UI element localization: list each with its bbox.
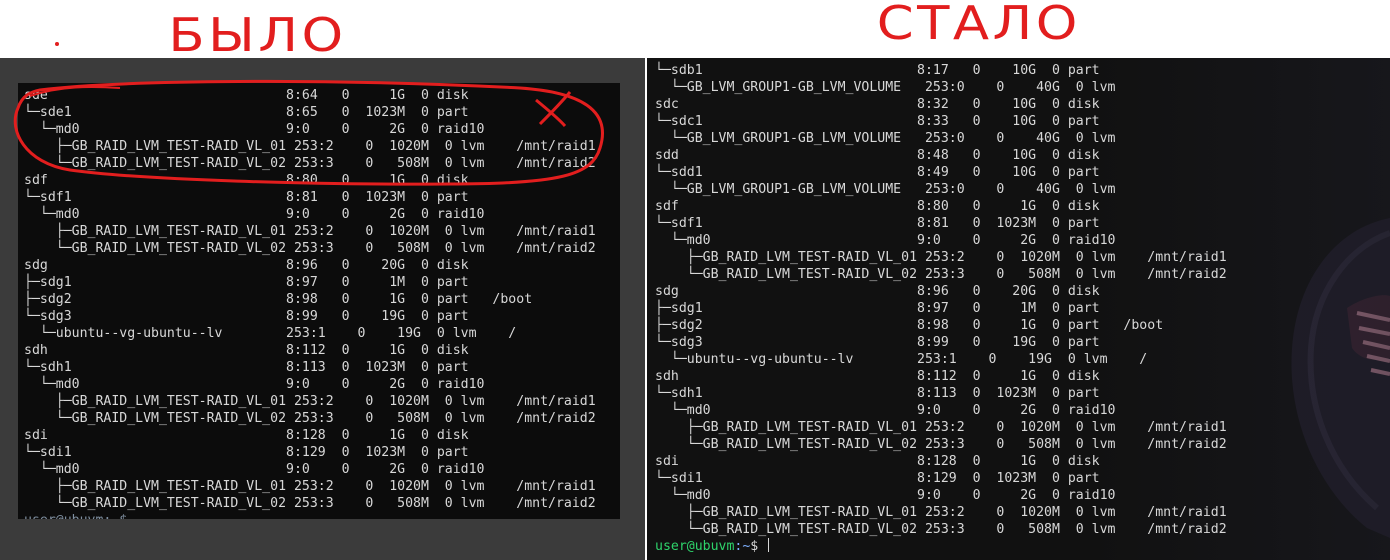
x-mark-icon bbox=[535, 91, 572, 127]
highlight-ellipse bbox=[13, 79, 604, 186]
annotation-overlay bbox=[13, 79, 604, 186]
